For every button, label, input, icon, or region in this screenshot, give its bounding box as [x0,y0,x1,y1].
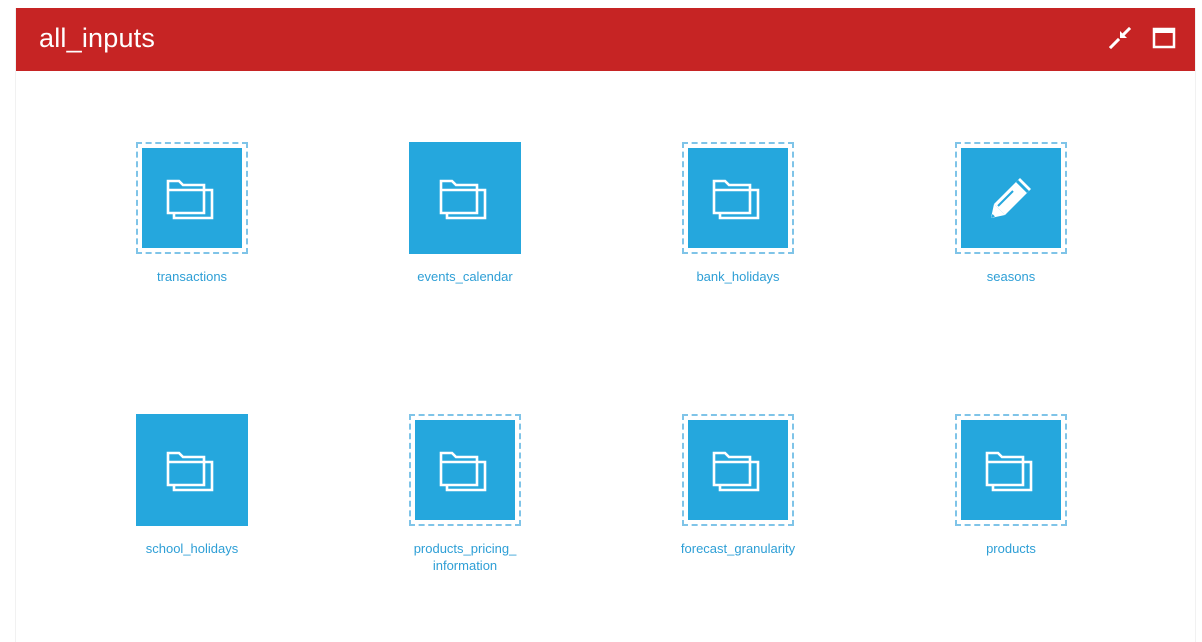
item-icon-frame [409,142,521,254]
item-selection-frame [955,142,1067,254]
dataset-panel: all_inputs transactions events_calendar … [15,8,1196,642]
folder-icon [688,148,788,248]
dataset-item-forecast-granularity[interactable]: forecast_granularity [648,414,828,557]
pencil-icon [961,148,1061,248]
item-selection-frame [682,414,794,526]
collapse-arrows-icon [1109,27,1131,49]
panel-header: all_inputs [16,8,1195,71]
item-label: school_holidays [145,541,239,556]
dataset-item-products[interactable]: products [921,414,1101,557]
folder-icon [415,420,515,520]
page: all_inputs transactions events_calendar … [0,0,1202,642]
item-icon-frame [136,414,248,526]
folder-icon [136,414,248,526]
item-selection-frame [682,142,794,254]
item-selection-frame [136,142,248,254]
maximize-button[interactable] [1151,25,1177,51]
panel-title: all_inputs [39,23,156,53]
dataset-item-events-calendar[interactable]: events_calendar [375,142,555,285]
dataset-grid: transactions events_calendar bank_holida… [16,71,1195,642]
item-label: transactions [156,269,228,284]
header-tools [1107,25,1177,51]
item-selection-frame [955,414,1067,526]
item-label: seasons [986,269,1036,284]
dataset-item-bank-holidays[interactable]: bank_holidays [648,142,828,285]
item-label: products [986,541,1036,556]
item-label: bank_holidays [696,269,780,284]
folder-icon [961,420,1061,520]
dataset-item-school-holidays[interactable]: school_holidays [102,414,282,557]
item-label: forecast_granularity [680,541,796,556]
dataset-item-seasons[interactable]: seasons [921,142,1101,285]
collapse-button[interactable] [1107,25,1133,51]
folder-icon [409,142,521,254]
maximize-window-icon [1152,27,1176,49]
dataset-item-products-pricing-information[interactable]: products_pricing_ information [375,414,555,574]
folder-icon [688,420,788,520]
folder-icon [142,148,242,248]
item-selection-frame [409,414,521,526]
item-label: events_calendar [417,269,513,284]
item-label: products_pricing_ information [413,541,517,573]
dataset-item-transactions[interactable]: transactions [102,142,282,285]
